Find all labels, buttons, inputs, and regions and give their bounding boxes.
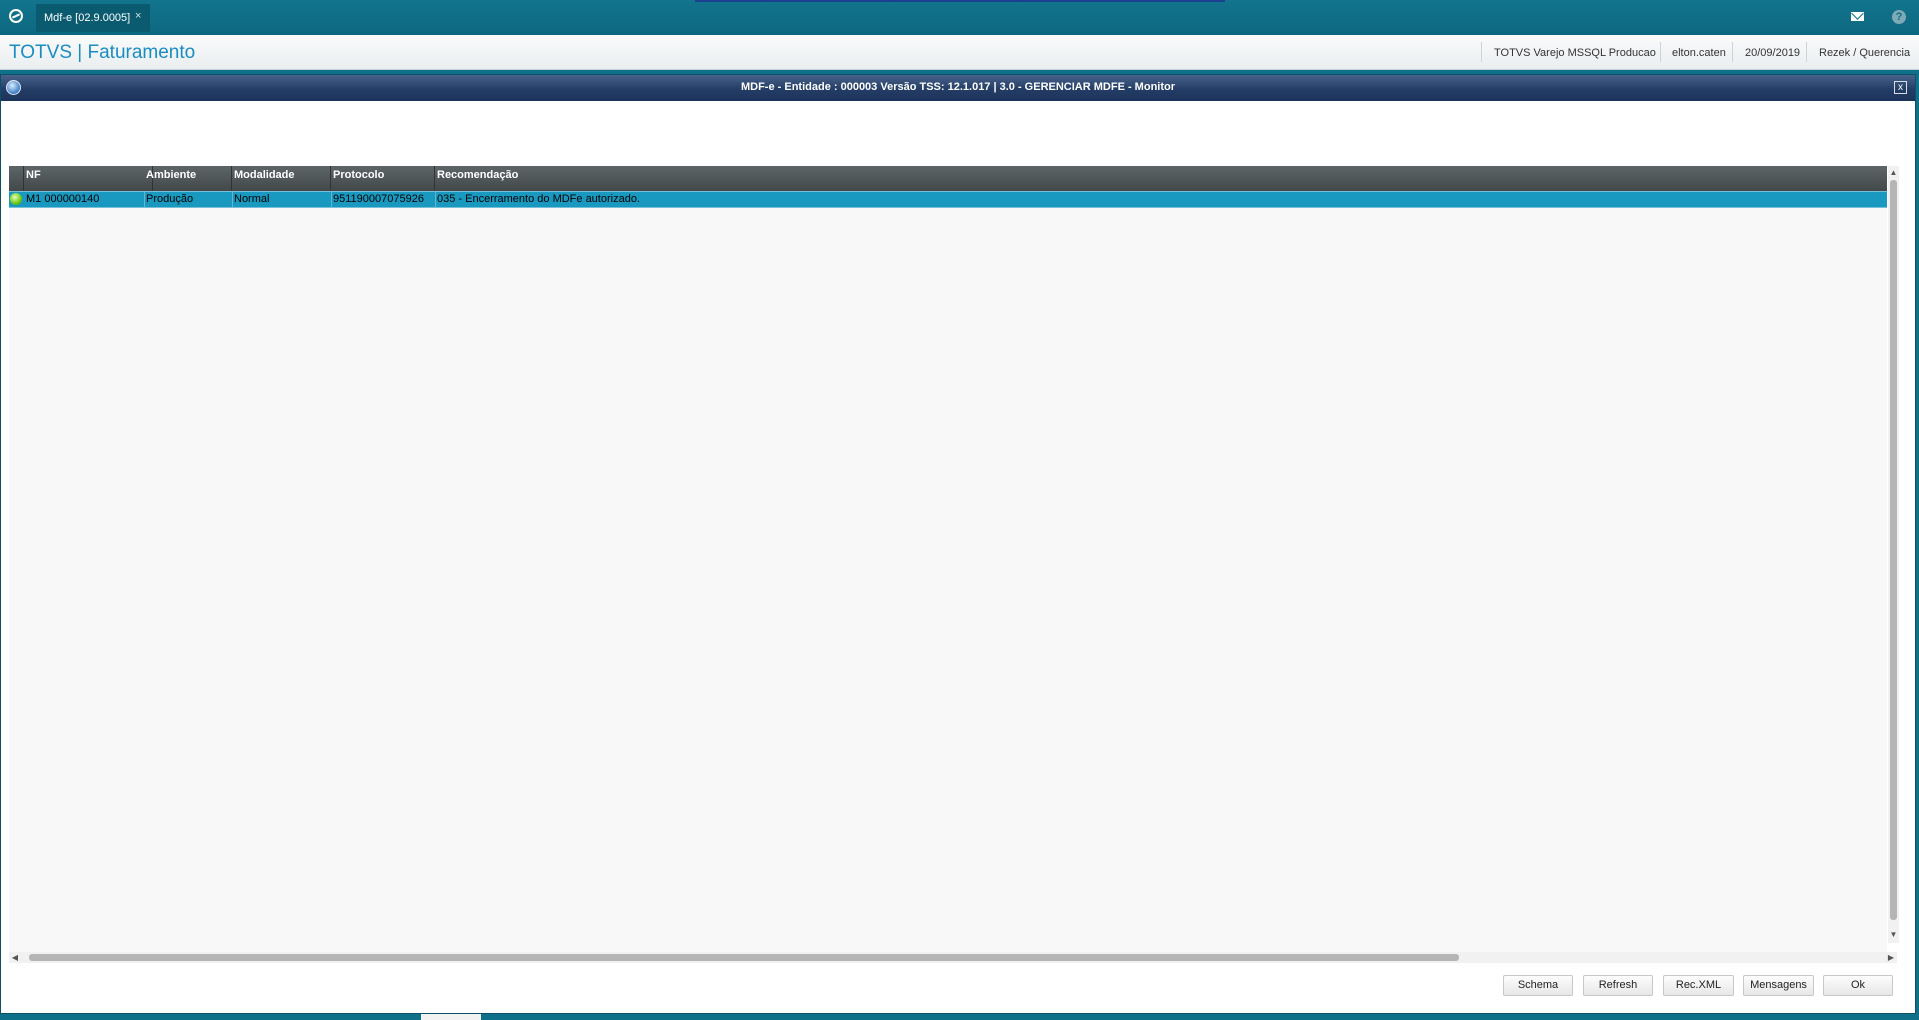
company-label: Rezek / Querencia — [1819, 47, 1911, 59]
app-header: TOTVS | Faturamento TOTVS Varejo MSSQL P… — [0, 35, 1919, 70]
column-header-protocolo[interactable]: Protocolo — [331, 166, 435, 191]
top-tab-bar: Mdf-e [02.9.0005] × ? — [0, 0, 1919, 35]
grid-header: NF Ambiente Modalidade Protocolo Recomen… — [9, 166, 1887, 191]
date-label: 20/09/2019 — [1745, 47, 1801, 59]
monitor-dialog: MDF-e - Entidade : 000003 Versão TSS: 12… — [0, 74, 1916, 1014]
dialog-title: MDF-e - Entidade : 000003 Versão TSS: 12… — [740, 81, 1176, 93]
tab-mdfe[interactable]: Mdf-e [02.9.0005] × — [36, 4, 150, 32]
horizontal-scrollbar[interactable]: ◀ ▶ — [9, 952, 1897, 963]
bottom-taskbar — [0, 1014, 1919, 1020]
cell-ambiente: Produção — [146, 193, 194, 205]
vertical-scrollbar[interactable]: ▲ ▼ — [1888, 166, 1899, 943]
cell-recomendacao: 035 - Encerramento do MDFe autorizado. — [437, 193, 640, 205]
column-header-status[interactable] — [9, 166, 24, 191]
header-divider — [1481, 42, 1482, 62]
header-divider — [1806, 42, 1807, 62]
scroll-left-arrow-icon[interactable]: ◀ — [10, 952, 20, 963]
column-header-ambiente[interactable]: Ambiente — [144, 166, 232, 191]
scroll-right-arrow-icon[interactable]: ▶ — [1886, 952, 1896, 963]
cell-nf: M1 000000140 — [26, 193, 100, 205]
scroll-down-arrow-icon[interactable]: ▼ — [1889, 930, 1898, 940]
cell-modalidade: Normal — [234, 193, 270, 205]
monitor-grid[interactable]: NF Ambiente Modalidade Protocolo Recomen… — [9, 166, 1887, 957]
refresh-button[interactable]: Refresh — [1583, 975, 1653, 996]
rec-xml-button[interactable]: Rec.XML — [1663, 975, 1734, 996]
column-header-recomendacao[interactable]: Recomendação — [435, 166, 1887, 191]
column-header-modalidade[interactable]: Modalidade — [232, 166, 331, 191]
status-ok-icon — [10, 193, 22, 205]
help-icon[interactable]: ? — [1892, 10, 1906, 24]
dialog-titlebar[interactable]: MDF-e - Entidade : 000003 Versão TSS: 12… — [1, 75, 1915, 101]
bottom-tab-indicator[interactable] — [421, 1014, 481, 1020]
horizontal-scroll-thumb[interactable] — [29, 954, 1459, 961]
top-accent-line — [695, 0, 1225, 2]
user-label: elton.caten — [1672, 47, 1726, 59]
mail-icon[interactable] — [1851, 12, 1864, 21]
cell-protocolo: 951190007075926 — [333, 193, 424, 205]
tab-label: Mdf-e [02.9.0005] — [44, 12, 131, 24]
schema-button[interactable]: Schema — [1503, 975, 1573, 996]
tab-close-icon[interactable]: × — [135, 10, 141, 22]
scroll-up-arrow-icon[interactable]: ▲ — [1889, 168, 1898, 178]
ok-button[interactable]: Ok — [1823, 975, 1893, 996]
column-header-nf[interactable]: NF — [24, 166, 153, 191]
vertical-scroll-thumb[interactable] — [1890, 180, 1897, 920]
header-divider — [1732, 42, 1733, 62]
dialog-close-icon[interactable]: x — [1894, 81, 1907, 94]
header-divider — [1660, 42, 1661, 62]
table-row[interactable]: M1 000000140 Produção Normal 95119000707… — [9, 191, 1887, 208]
totvs-logo-icon[interactable] — [9, 9, 23, 23]
environment-label: TOTVS Varejo MSSQL Producao — [1494, 47, 1656, 59]
mensagens-button[interactable]: Mensagens — [1743, 975, 1814, 996]
app-title: TOTVS | Faturamento — [9, 42, 196, 63]
